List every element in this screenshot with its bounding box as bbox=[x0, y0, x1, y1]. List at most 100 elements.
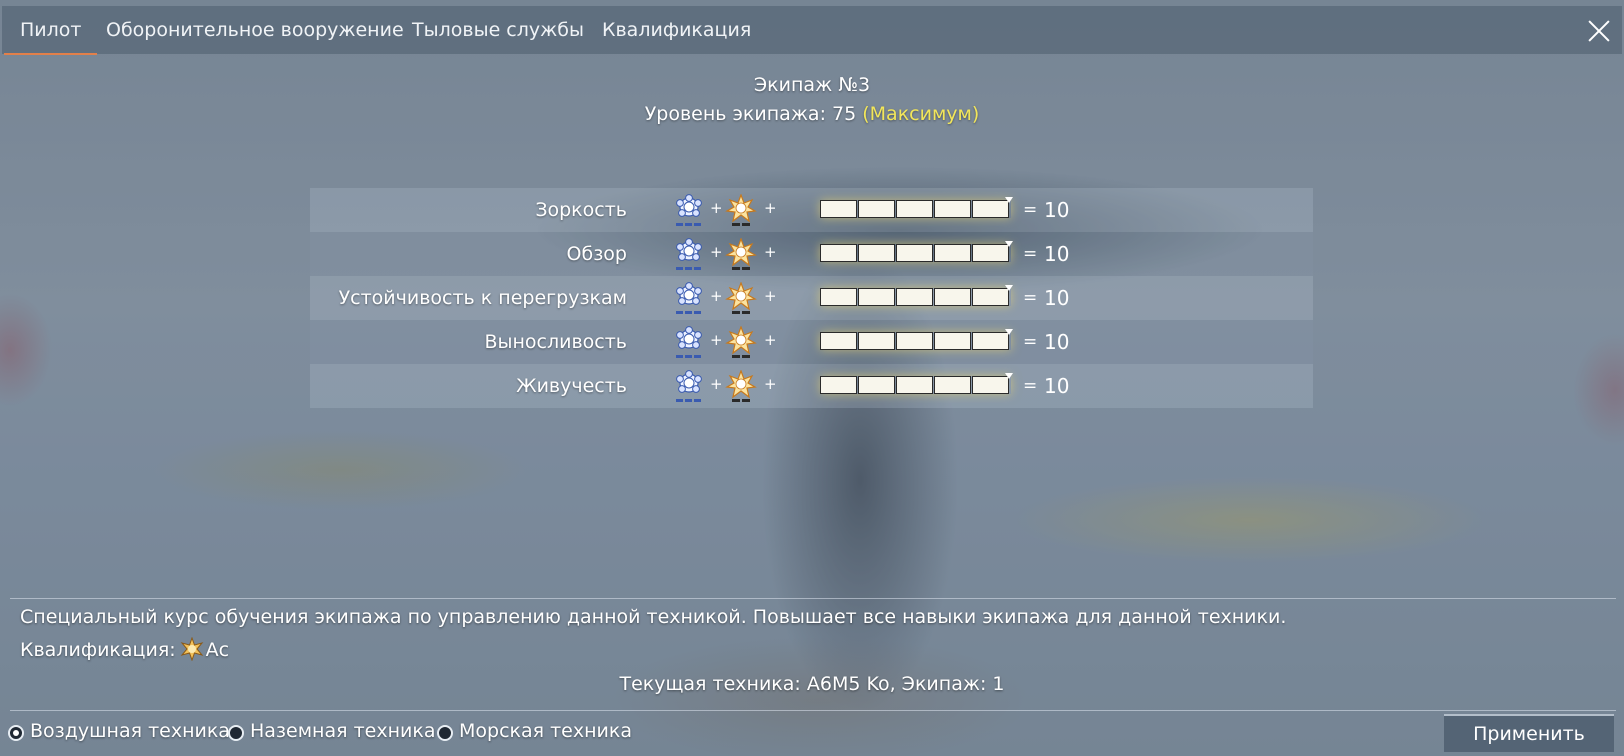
skill-row[interactable]: Устойчивость к перегрузкам + + = 10 bbox=[310, 276, 1313, 320]
blue-medal-icon bbox=[672, 194, 706, 226]
tab-qualification[interactable]: Квалификация bbox=[586, 6, 767, 54]
divider-bottom bbox=[10, 710, 1616, 711]
bar-marker-icon bbox=[1005, 285, 1013, 291]
skill-row[interactable]: Живучесть + + = 10 bbox=[310, 364, 1313, 408]
skill-bar-segment bbox=[972, 244, 1009, 262]
skill-bar-segment bbox=[972, 376, 1009, 394]
crew-level-label: Уровень экипажа: 75 bbox=[644, 103, 857, 125]
skill-bar-segment bbox=[858, 288, 895, 306]
plus-sign: + bbox=[764, 331, 777, 349]
gold-star-medal-icon bbox=[180, 636, 204, 666]
apply-button[interactable]: Применить bbox=[1444, 714, 1614, 752]
radio-button-icon[interactable] bbox=[8, 725, 24, 741]
skill-bar-segment bbox=[858, 376, 895, 394]
bar-marker-icon bbox=[1005, 241, 1013, 247]
radio-button-icon[interactable] bbox=[437, 725, 453, 741]
qualification-description: Специальный курс обучения экипажа по упр… bbox=[20, 606, 1287, 628]
crew-title: Экипаж №3 bbox=[753, 74, 871, 96]
plus-sign: + bbox=[764, 287, 777, 305]
plus-sign: + bbox=[764, 375, 777, 393]
close-icon[interactable] bbox=[1582, 14, 1616, 48]
skill-value: 10 bbox=[1044, 286, 1070, 310]
tab-defensive-armament[interactable]: Оборонительное вооружение bbox=[90, 6, 420, 54]
skill-progress-bar bbox=[820, 285, 1013, 306]
tab-bar: Пилот Оборонительное вооружение Тыловые … bbox=[2, 6, 1622, 55]
radio-naval-vehicles[interactable]: Морская техника bbox=[437, 718, 632, 744]
qualification-value: Ас bbox=[205, 639, 230, 661]
skill-name: Обзор bbox=[566, 243, 627, 265]
gold-star-medal-icon bbox=[724, 326, 758, 358]
skill-bar-segment bbox=[934, 376, 971, 394]
plus-sign: + bbox=[710, 331, 723, 349]
skill-bar-segment bbox=[820, 244, 857, 262]
equals-sign: = bbox=[1023, 200, 1038, 220]
equals-sign: = bbox=[1023, 332, 1038, 352]
qualification-line: Квалификация: Ас bbox=[20, 636, 230, 666]
radio-label: Воздушная техника bbox=[30, 720, 230, 742]
skill-value: 10 bbox=[1044, 374, 1070, 398]
skill-bar-segment bbox=[896, 376, 933, 394]
skill-value: 10 bbox=[1044, 198, 1070, 222]
skill-bar-segment bbox=[858, 332, 895, 350]
skill-bar-segment bbox=[896, 332, 933, 350]
radio-label: Морская техника bbox=[459, 720, 633, 742]
gold-star-medal-icon bbox=[724, 238, 758, 270]
skill-bar-segment bbox=[858, 200, 895, 218]
skill-bar-segment bbox=[972, 200, 1009, 218]
skill-bar-segment bbox=[820, 288, 857, 306]
plus-sign: + bbox=[764, 199, 777, 217]
skill-bar-segment bbox=[896, 244, 933, 262]
plus-sign: + bbox=[764, 243, 777, 261]
plus-sign: + bbox=[710, 243, 723, 261]
radio-button-icon[interactable] bbox=[228, 725, 244, 741]
blue-medal-icon bbox=[672, 326, 706, 358]
skill-bar-segment bbox=[972, 288, 1009, 306]
skill-value: 10 bbox=[1044, 330, 1070, 354]
skill-bar-segment bbox=[934, 244, 971, 262]
plus-sign: + bbox=[710, 375, 723, 393]
tab-pilot[interactable]: Пилот bbox=[4, 6, 98, 55]
skill-progress-bar bbox=[820, 241, 1013, 262]
skill-bar-segment bbox=[934, 200, 971, 218]
current-vehicle: Текущая техника: A6M5 Ko, Экипаж: 1 bbox=[619, 673, 1005, 695]
skill-name: Зоркость bbox=[535, 199, 627, 221]
plus-sign: + bbox=[710, 287, 723, 305]
blue-medal-icon bbox=[672, 282, 706, 314]
skill-bar-segment bbox=[820, 200, 857, 218]
plus-sign: + bbox=[710, 199, 723, 217]
skill-progress-bar bbox=[820, 373, 1013, 394]
qualification-label: Квалификация: bbox=[20, 639, 176, 661]
blue-medal-icon bbox=[672, 238, 706, 270]
skill-bar-segment bbox=[858, 244, 895, 262]
gold-star-medal-icon bbox=[724, 194, 758, 226]
skill-row[interactable]: Зоркость + + = 10 bbox=[310, 188, 1313, 232]
equals-sign: = bbox=[1023, 288, 1038, 308]
bar-marker-icon bbox=[1005, 197, 1013, 203]
blue-medal-icon bbox=[672, 370, 706, 402]
skill-bar-segment bbox=[934, 288, 971, 306]
skill-name: Живучесть bbox=[516, 375, 627, 397]
skill-bar-segment bbox=[934, 332, 971, 350]
skill-name: Выносливость bbox=[484, 331, 627, 353]
skill-row[interactable]: Выносливость + + = 10 bbox=[310, 320, 1313, 364]
tab-ground-services[interactable]: Тыловые службы bbox=[396, 6, 600, 54]
skill-value: 10 bbox=[1044, 242, 1070, 266]
radio-label: Наземная техника bbox=[250, 720, 436, 742]
equals-sign: = bbox=[1023, 376, 1038, 396]
skill-bar-segment bbox=[972, 332, 1009, 350]
skill-row[interactable]: Обзор + + = 10 bbox=[310, 232, 1313, 276]
skill-progress-bar bbox=[820, 329, 1013, 350]
radio-air-vehicles[interactable]: Воздушная техника bbox=[8, 718, 230, 744]
crew-level: Уровень экипажа: 75 (Максимум) bbox=[0, 103, 1624, 125]
bar-marker-icon bbox=[1005, 329, 1013, 335]
crew-level-max: (Максимум) bbox=[862, 103, 980, 125]
skill-bar-segment bbox=[896, 200, 933, 218]
skill-name: Устойчивость к перегрузкам bbox=[338, 287, 627, 309]
gold-star-medal-icon bbox=[724, 370, 758, 402]
skill-progress-bar bbox=[820, 197, 1013, 218]
equals-sign: = bbox=[1023, 244, 1038, 264]
skill-bar-segment bbox=[820, 376, 857, 394]
skill-bar-segment bbox=[820, 332, 857, 350]
divider-top bbox=[10, 598, 1616, 599]
radio-ground-vehicles[interactable]: Наземная техника bbox=[228, 718, 435, 744]
